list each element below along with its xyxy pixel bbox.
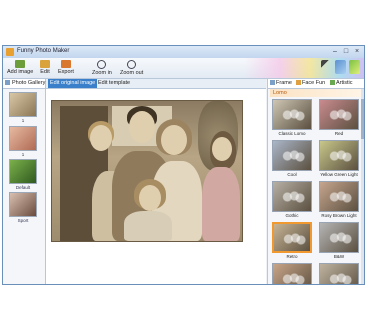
- decorative-tools: [321, 60, 360, 74]
- frame-icon: [270, 80, 275, 85]
- zoom-out-button[interactable]: Zoom out: [120, 60, 143, 76]
- effect-preview-image: [272, 99, 312, 130]
- edit-button[interactable]: Edit: [40, 60, 50, 75]
- edited-photo[interactable]: [51, 100, 243, 242]
- effect-thumbnail[interactable]: Red: [317, 99, 361, 136]
- zoom-out-icon: [127, 60, 137, 69]
- photo-gallery-icon: [5, 80, 10, 85]
- editor-panel: Edit original image Edit template: [46, 79, 266, 284]
- effect-label: Rosy Brown Light: [321, 213, 357, 218]
- effect-label: Retro: [286, 254, 298, 259]
- effect-thumbnail[interactable]: Cool: [270, 140, 314, 177]
- effect-thumbnail[interactable]: Rosy Brown Light: [317, 181, 361, 218]
- effect-thumbnail[interactable]: Yellow Green Light: [317, 140, 361, 177]
- window-title: Funny Photo Maker: [17, 48, 70, 54]
- effect-label: Yellow Green Light: [320, 172, 358, 177]
- gallery-thumbnail[interactable]: 1: [9, 92, 37, 123]
- thumbnail-image: [9, 92, 37, 117]
- tab-edit-template[interactable]: Edit template: [96, 79, 132, 88]
- tab-face-fun[interactable]: Face Fun: [296, 79, 325, 88]
- window-controls: – □ ×: [331, 47, 361, 57]
- photo-gallery-panel: Photo Gallery 1 1 Default Sport: [3, 79, 46, 284]
- zoom-in-button[interactable]: Zoom in: [92, 60, 112, 76]
- minimize-icon[interactable]: –: [331, 47, 339, 57]
- effect-thumbnail[interactable]: B&W: [317, 222, 361, 259]
- effect-thumbnail[interactable]: Retro: [270, 222, 314, 259]
- zoom-in-icon: [97, 60, 107, 69]
- palette-icon: [349, 60, 360, 74]
- effect-preview-image: [319, 140, 359, 171]
- thumbnail-image: [9, 126, 37, 151]
- tab-frame[interactable]: Frame: [270, 79, 292, 88]
- tab-photo-gallery[interactable]: Photo Gallery: [3, 79, 45, 89]
- effect-label: B&W: [333, 254, 345, 259]
- effect-label: Gothic: [285, 213, 299, 218]
- scrollbar[interactable]: [361, 89, 364, 284]
- tab-edit-original-image[interactable]: Edit original image: [48, 79, 98, 88]
- brush-icon: [335, 60, 346, 74]
- effect-preview-image: [272, 222, 312, 253]
- effect-category-header[interactable]: Lomo: [270, 89, 361, 97]
- gallery-thumbnail[interactable]: Default: [9, 159, 37, 190]
- close-icon[interactable]: ×: [353, 47, 361, 57]
- app-logo-icon: [6, 48, 14, 56]
- effect-preview-image: [272, 140, 312, 171]
- edit-icon: [40, 60, 50, 68]
- effect-preview-image: [319, 222, 359, 253]
- editor-tabs: Edit original image Edit template: [46, 79, 266, 89]
- export-icon: [60, 60, 71, 68]
- gallery-thumbnail[interactable]: Sport: [9, 192, 37, 223]
- toolbar: Add image Edit Export Zoom in Zoom out: [3, 58, 364, 79]
- artistic-icon: [330, 80, 335, 85]
- thumbnail-image: [9, 192, 37, 217]
- effect-thumbnail[interactable]: [270, 263, 314, 284]
- app-window: Funny Photo Maker – □ × Add image Edit E…: [2, 45, 365, 285]
- tab-artistic[interactable]: Artistic: [330, 79, 353, 88]
- add-image-button[interactable]: Add image: [7, 60, 33, 75]
- effect-preview-image: [319, 181, 359, 212]
- effect-thumbnail[interactable]: Gothic: [270, 181, 314, 218]
- canvas-area[interactable]: [46, 89, 266, 284]
- pen-icon: [321, 60, 332, 74]
- effect-label: Classic Lomo: [278, 131, 306, 136]
- effect-preview-image: [319, 99, 359, 130]
- effects-tabs: Frame Face Fun Artistic: [268, 79, 364, 89]
- effect-preview-image: [272, 263, 312, 284]
- face-fun-icon: [296, 80, 301, 85]
- effect-label: Red: [334, 131, 344, 136]
- effects-panel: Frame Face Fun Artistic Lomo Classic Lom…: [267, 79, 364, 284]
- gallery-thumbnail[interactable]: 1: [9, 126, 37, 157]
- scrollbar-thumb[interactable]: [361, 99, 364, 139]
- export-button[interactable]: Export: [58, 60, 74, 75]
- add-image-icon: [15, 60, 26, 68]
- effect-preview-image: [272, 181, 312, 212]
- thumbnail-image: [9, 159, 37, 184]
- maximize-icon[interactable]: □: [342, 47, 350, 57]
- effect-thumbnail[interactable]: Classic Lomo: [270, 99, 314, 136]
- effect-label: Cool: [287, 172, 297, 177]
- effect-thumbnail[interactable]: [317, 263, 361, 284]
- effect-preview-image: [319, 263, 359, 284]
